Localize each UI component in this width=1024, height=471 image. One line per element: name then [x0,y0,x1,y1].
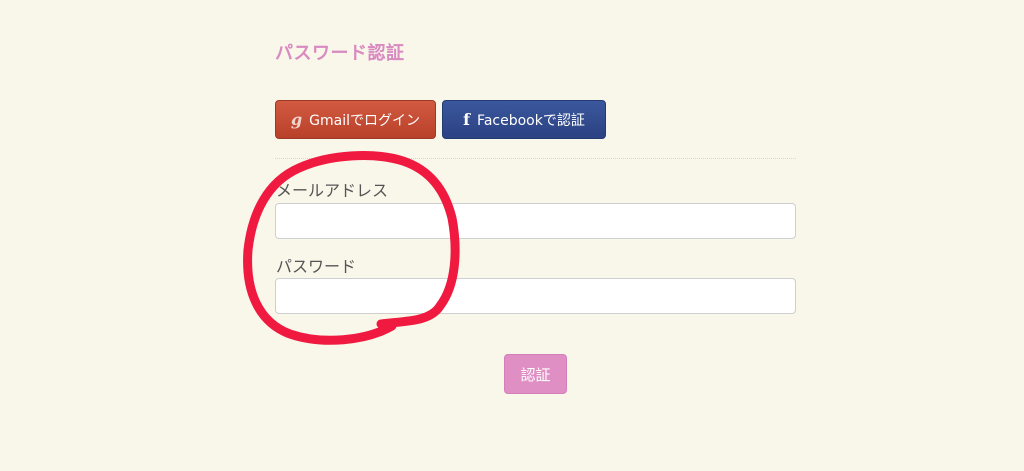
gmail-login-label: Gmailでログイン [309,112,421,129]
gmail-login-button[interactable]: g Gmailでログイン [275,100,436,139]
page-title: パスワード認証 [275,43,405,64]
submit-auth-button[interactable]: 認証 [504,354,567,394]
facebook-f-icon: f [463,110,471,129]
section-divider [275,158,796,159]
email-input[interactable] [275,203,796,239]
email-label: メールアドレス [276,181,389,200]
facebook-auth-label: Facebookで認証 [477,112,585,129]
facebook-auth-button[interactable]: f Facebookで認証 [442,100,606,139]
social-login-row: g Gmailでログイン f Facebookで認証 [275,100,606,139]
password-input[interactable] [275,278,796,314]
password-label: パスワード [276,257,357,276]
gmail-g-icon: g [290,110,303,129]
